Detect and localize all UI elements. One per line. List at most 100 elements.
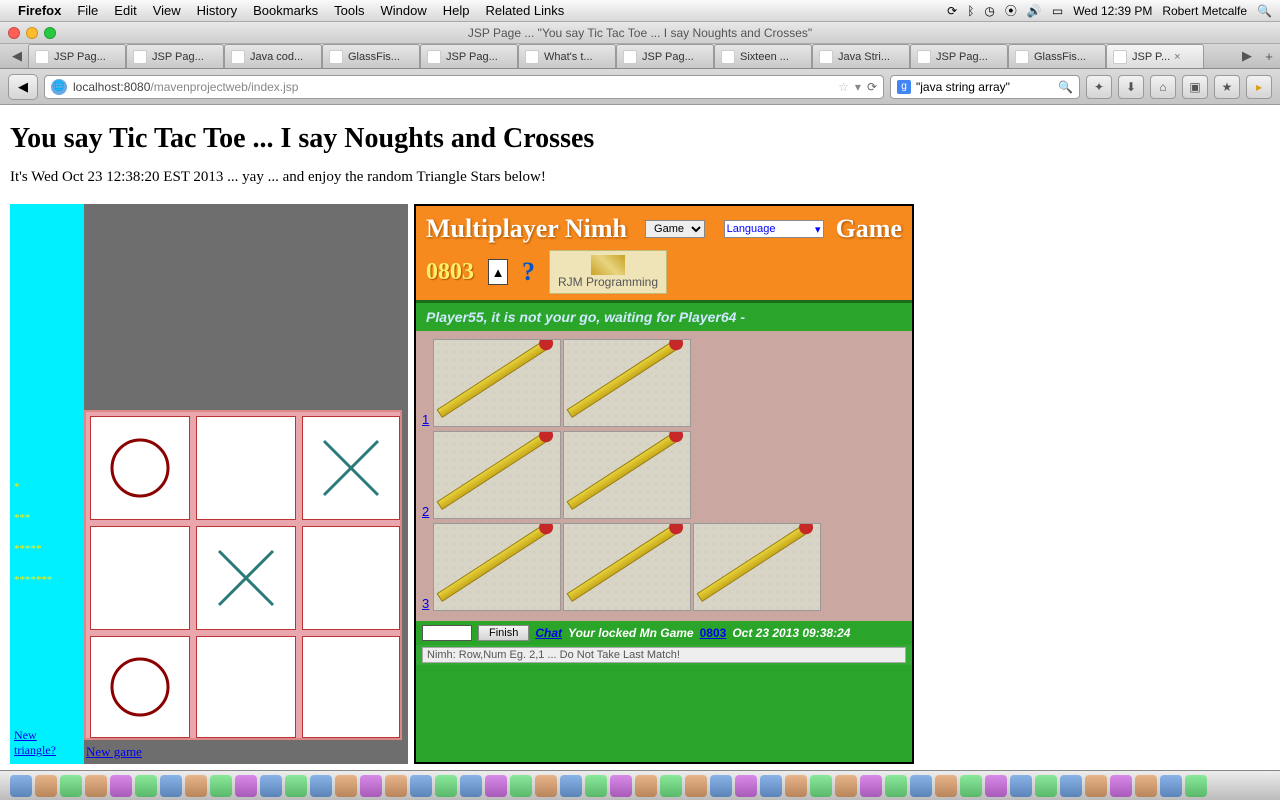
dock-icon[interactable] bbox=[160, 775, 182, 797]
sync-icon[interactable]: ⟳ bbox=[947, 4, 957, 18]
menu-tools[interactable]: Tools bbox=[334, 3, 364, 18]
back-button[interactable]: ◀ bbox=[8, 74, 38, 100]
user-menu[interactable]: Robert Metcalfe bbox=[1162, 4, 1247, 18]
dock-icon[interactable] bbox=[935, 775, 957, 797]
dock-icon[interactable] bbox=[1110, 775, 1132, 797]
dock-icon[interactable] bbox=[510, 775, 532, 797]
wifi-icon[interactable]: ⦿ bbox=[1005, 2, 1017, 19]
battery-icon[interactable]: ▭ bbox=[1052, 4, 1063, 18]
menu-view[interactable]: View bbox=[153, 3, 181, 18]
menu-bookmarks[interactable]: Bookmarks bbox=[253, 3, 318, 18]
cell-0-0[interactable] bbox=[90, 416, 190, 520]
menu-edit[interactable]: Edit bbox=[114, 3, 136, 18]
dock-icon[interactable] bbox=[260, 775, 282, 797]
dock-icon[interactable] bbox=[1085, 775, 1107, 797]
zoom-window-button[interactable] bbox=[44, 27, 56, 39]
url-bar[interactable]: 🌐 localhost:8080/mavenprojectweb/index.j… bbox=[44, 75, 884, 99]
tab-2[interactable]: Java cod... bbox=[224, 44, 322, 68]
menu-related[interactable]: Related Links bbox=[486, 3, 565, 18]
dock-icon[interactable] bbox=[910, 775, 932, 797]
tab-11[interactable]: JSP P...× bbox=[1106, 44, 1204, 68]
dock-icon[interactable] bbox=[235, 775, 257, 797]
dock-icon[interactable] bbox=[110, 775, 132, 797]
dock-icon[interactable] bbox=[460, 775, 482, 797]
dock-icon[interactable] bbox=[660, 775, 682, 797]
match-stick[interactable] bbox=[433, 523, 561, 611]
tab-scroll-right[interactable]: ▶ bbox=[1236, 44, 1258, 68]
close-window-button[interactable] bbox=[8, 27, 20, 39]
dock-icon[interactable] bbox=[60, 775, 82, 797]
dock-icon[interactable] bbox=[35, 775, 57, 797]
match-stick[interactable] bbox=[433, 431, 561, 519]
new-triangle-link[interactable]: New triangle? bbox=[14, 728, 80, 758]
match-stick[interactable] bbox=[563, 339, 691, 427]
help-icon[interactable]: ? bbox=[522, 257, 535, 287]
spotlight-icon[interactable]: 🔍 bbox=[1257, 4, 1272, 18]
dock-icon[interactable] bbox=[1160, 775, 1182, 797]
cell-0-2[interactable] bbox=[302, 416, 400, 520]
dock-icon[interactable] bbox=[435, 775, 457, 797]
bookmark-star-icon[interactable]: ☆ bbox=[838, 80, 849, 94]
dock-icon[interactable] bbox=[1010, 775, 1032, 797]
tab-6[interactable]: JSP Pag... bbox=[616, 44, 714, 68]
dock-icon[interactable] bbox=[535, 775, 557, 797]
tree-icon[interactable]: ▲ bbox=[488, 259, 508, 285]
menu-app[interactable]: Firefox bbox=[18, 3, 61, 18]
cell-2-1[interactable] bbox=[196, 636, 296, 738]
dock-icon[interactable] bbox=[560, 775, 582, 797]
cell-2-2[interactable] bbox=[302, 636, 400, 738]
match-stick[interactable] bbox=[563, 523, 691, 611]
menu-file[interactable]: File bbox=[77, 3, 98, 18]
dock-icon[interactable] bbox=[985, 775, 1007, 797]
dock-icon[interactable] bbox=[335, 775, 357, 797]
game-id-link[interactable]: 0803 bbox=[700, 626, 727, 640]
tab-7[interactable]: Sixteen ... bbox=[714, 44, 812, 68]
new-tab-button[interactable]: + bbox=[1258, 44, 1280, 68]
menu-help[interactable]: Help bbox=[443, 3, 470, 18]
chat-link[interactable]: Chat bbox=[535, 626, 562, 640]
rjm-logo[interactable]: RJM Programming bbox=[549, 250, 667, 294]
dock-icon[interactable] bbox=[760, 775, 782, 797]
toolbar-icon-4[interactable]: ▣ bbox=[1182, 75, 1208, 99]
dock-icon[interactable] bbox=[785, 775, 807, 797]
home-icon[interactable]: ⌂ bbox=[1150, 75, 1176, 99]
dock-icon[interactable] bbox=[810, 775, 832, 797]
clock[interactable]: Wed 12:39 PM bbox=[1073, 4, 1152, 18]
tab-8[interactable]: Java Stri... bbox=[812, 44, 910, 68]
dock-icon[interactable] bbox=[1135, 775, 1157, 797]
match-stick[interactable] bbox=[433, 339, 561, 427]
dock-icon[interactable] bbox=[385, 775, 407, 797]
dock-icon[interactable] bbox=[310, 775, 332, 797]
tab-10[interactable]: GlassFis... bbox=[1008, 44, 1106, 68]
reload-icon[interactable]: ⟳ bbox=[867, 80, 877, 94]
tab-1[interactable]: JSP Pag... bbox=[126, 44, 224, 68]
dock-icon[interactable] bbox=[85, 775, 107, 797]
volume-icon[interactable]: 🔊 bbox=[1027, 4, 1042, 18]
dock-icon[interactable] bbox=[585, 775, 607, 797]
cell-1-1[interactable] bbox=[196, 526, 296, 630]
dock-icon[interactable] bbox=[860, 775, 882, 797]
dock-icon[interactable] bbox=[1060, 775, 1082, 797]
dock-icon[interactable] bbox=[1185, 775, 1207, 797]
dropdown-icon[interactable]: ▾ bbox=[855, 80, 861, 94]
match-stick[interactable] bbox=[693, 523, 821, 611]
dock-icon[interactable] bbox=[735, 775, 757, 797]
dock-icon[interactable] bbox=[185, 775, 207, 797]
timemachine-icon[interactable]: ◷ bbox=[984, 4, 994, 18]
dock-icon[interactable] bbox=[960, 775, 982, 797]
dock-icon[interactable] bbox=[1035, 775, 1057, 797]
dock-icon[interactable] bbox=[635, 775, 657, 797]
toolbar-icon-5[interactable]: ★ bbox=[1214, 75, 1240, 99]
dock-icon[interactable] bbox=[285, 775, 307, 797]
dock-icon[interactable] bbox=[210, 775, 232, 797]
tab-0[interactable]: JSP Pag... bbox=[28, 44, 126, 68]
dock-icon[interactable] bbox=[835, 775, 857, 797]
minimize-window-button[interactable] bbox=[26, 27, 38, 39]
toolbar-icon-1[interactable]: ✦ bbox=[1086, 75, 1112, 99]
tab-3[interactable]: GlassFis... bbox=[322, 44, 420, 68]
match-stick[interactable] bbox=[563, 431, 691, 519]
row-number-link[interactable]: 2 bbox=[422, 504, 429, 519]
site-identity-icon[interactable]: 🌐 bbox=[51, 79, 67, 95]
dock-icon[interactable] bbox=[710, 775, 732, 797]
menu-history[interactable]: History bbox=[197, 3, 237, 18]
